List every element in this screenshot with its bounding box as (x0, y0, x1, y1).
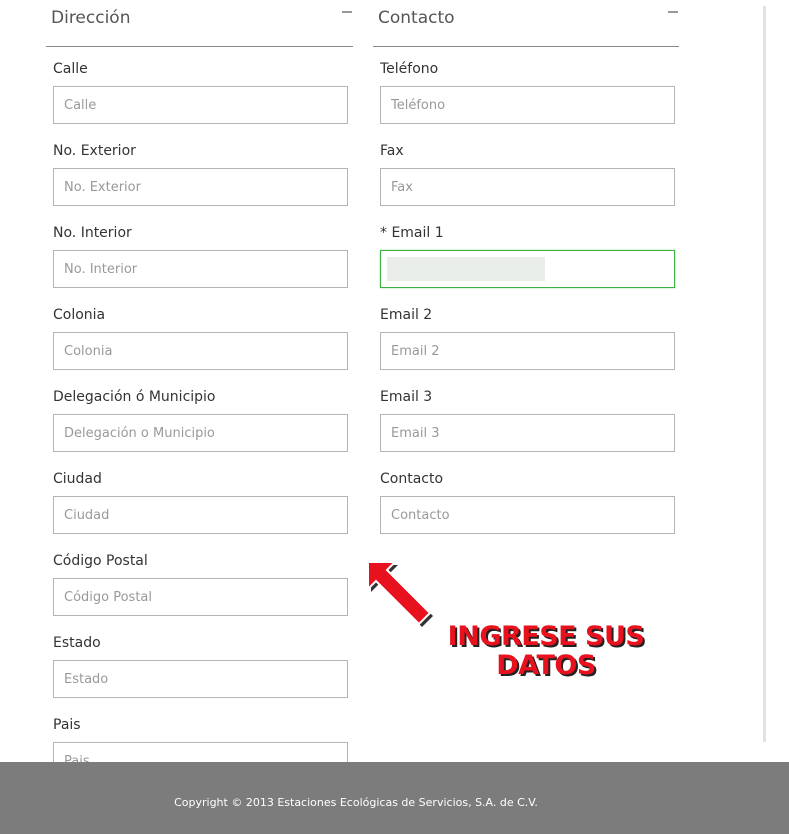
field-label: Estado (53, 635, 101, 651)
field-municipio: Delegación ó Municipio (46, 375, 353, 457)
fax-input[interactable] (380, 168, 675, 206)
email-3-input[interactable] (380, 414, 675, 452)
direccion-section: Dirección Calle No. Exterior No. Interio… (46, 0, 353, 762)
form-scroll-area[interactable]: Dirección Calle No. Exterior No. Interio… (0, 0, 789, 762)
field-label: Contacto (380, 471, 444, 487)
field-no-interior: No. Interior (46, 211, 353, 293)
email-2-input[interactable] (380, 332, 675, 370)
field-label: * Email 1 (380, 225, 444, 241)
contacto-section: Contacto Teléfono Fax * Email 1 Email 2 … (373, 0, 679, 539)
no-exterior-input[interactable] (53, 168, 348, 206)
arrow-up-left-icon (367, 561, 433, 627)
field-codigo-postal: Código Postal (46, 539, 353, 621)
field-label: No. Exterior (53, 143, 136, 159)
annotation-line-2: DATOS (496, 650, 596, 681)
field-contacto: Contacto (373, 457, 679, 539)
field-label: Delegación ó Municipio (53, 389, 216, 405)
calle-input[interactable] (53, 86, 348, 124)
field-label: Colonia (53, 307, 106, 323)
field-email-1: * Email 1 (373, 211, 679, 293)
field-email-3: Email 3 (373, 375, 679, 457)
field-colonia: Colonia (46, 293, 353, 375)
colonia-input[interactable] (53, 332, 348, 370)
field-no-exterior: No. Exterior (46, 129, 353, 211)
contacto-input[interactable] (380, 496, 675, 534)
direccion-title: Dirección (51, 8, 131, 28)
field-label: Teléfono (380, 61, 439, 77)
annotation-callout: INGRESE SUS DATOS (432, 622, 660, 680)
field-label: Ciudad (53, 471, 102, 487)
field-label: Email 2 (380, 307, 433, 323)
field-label: No. Interior (53, 225, 132, 241)
redacted-value (387, 257, 545, 281)
contacto-header[interactable]: Contacto (373, 0, 679, 47)
pais-input[interactable] (53, 742, 348, 762)
footer: Copyright © 2013 Estaciones Ecológicas d… (0, 762, 789, 834)
field-estado: Estado (46, 621, 353, 703)
municipio-input[interactable] (53, 414, 348, 452)
collapse-icon[interactable] (668, 11, 678, 13)
telefono-input[interactable] (380, 86, 675, 124)
copyright-text: Copyright © 2013 Estaciones Ecológicas d… (174, 796, 538, 809)
scrollbar[interactable] (763, 6, 766, 742)
field-label: Email 3 (380, 389, 433, 405)
field-label: Pais (53, 717, 81, 733)
field-email-2: Email 2 (373, 293, 679, 375)
field-ciudad: Ciudad (46, 457, 353, 539)
field-telefono: Teléfono (373, 47, 679, 129)
field-label: Código Postal (53, 553, 148, 569)
direccion-header[interactable]: Dirección (46, 0, 353, 47)
field-pais: Pais (46, 703, 353, 762)
codigo-postal-input[interactable] (53, 578, 348, 616)
field-label: Fax (380, 143, 404, 159)
annotation-line-1: INGRESE SUS (447, 621, 645, 652)
field-calle: Calle (46, 47, 353, 129)
no-interior-input[interactable] (53, 250, 348, 288)
ciudad-input[interactable] (53, 496, 348, 534)
collapse-icon[interactable] (342, 11, 352, 13)
contacto-title: Contacto (378, 8, 455, 28)
field-fax: Fax (373, 129, 679, 211)
estado-input[interactable] (53, 660, 348, 698)
field-label: Calle (53, 61, 88, 77)
